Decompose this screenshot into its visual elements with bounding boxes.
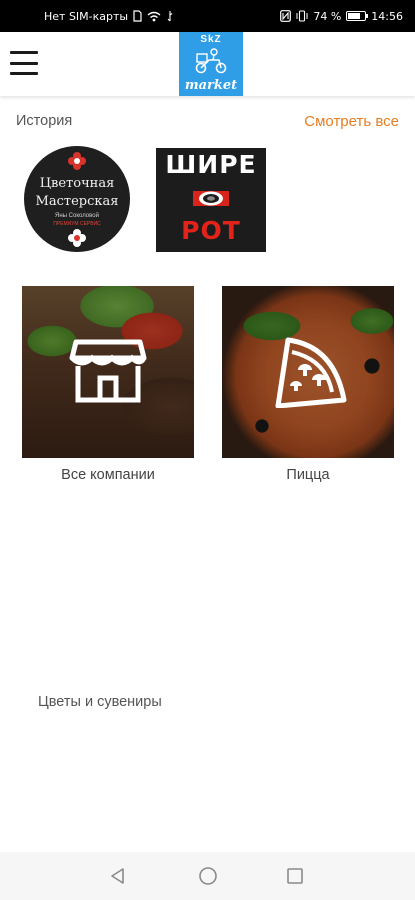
category-label: Все компании [61, 467, 155, 483]
wifi-icon [147, 11, 161, 21]
battery-percent: 74 % [313, 9, 342, 23]
nfc-icon [280, 10, 292, 22]
system-nav-bar [0, 852, 415, 900]
story-shire-rot[interactable]: ШИРЕ РОТ [156, 148, 266, 252]
hamburger-menu-icon[interactable] [10, 51, 38, 75]
story-line: ШИРЕ [165, 150, 257, 179]
back-triangle-icon[interactable] [108, 866, 128, 886]
story-line: Мастерская [35, 194, 119, 209]
story-line: ПРЕМИУМ СЕРВИС [53, 221, 101, 227]
category-image [22, 286, 194, 458]
storefront-icon [69, 339, 147, 403]
view-all-link[interactable]: Смотреть все [304, 113, 399, 130]
flower-icon [68, 152, 86, 170]
story-line: Цветочная [39, 176, 115, 191]
home-circle-icon[interactable] [198, 866, 218, 886]
vibrate-icon [296, 10, 308, 22]
menu-bar-line [10, 51, 38, 54]
story-flower-workshop[interactable]: Цветочная Мастерская Яны Соколовой ПРЕМИ… [24, 146, 130, 252]
usb-icon [167, 11, 173, 22]
menu-bar-line [10, 72, 38, 75]
menu-bar-line [10, 61, 38, 65]
status-bar: Нет SIM-карты 74 % 14:56 [0, 0, 415, 32]
carrier-label: Нет SIM-карты [44, 9, 129, 23]
app-logo[interactable]: SkZ market [179, 32, 243, 96]
scooter-courier-icon [195, 48, 227, 74]
logo-top-text: SkZ [200, 34, 222, 45]
recent-square-icon[interactable] [285, 866, 305, 886]
category-label: Пицца [286, 467, 330, 483]
story-line: Яны Соколовой [55, 213, 99, 219]
status-left: Нет SIM-карты [44, 10, 174, 23]
logo-bottom-text: market [184, 78, 238, 93]
sim-card-icon [133, 10, 142, 22]
category-image [222, 286, 394, 458]
battery-icon [346, 11, 369, 21]
clock: 14:56 [371, 9, 403, 23]
sushi-roll-icon [193, 191, 229, 206]
battery-fill [348, 13, 361, 19]
story-line: РОТ [181, 216, 241, 245]
flower-icon [68, 229, 86, 247]
status-right: 74 % 14:56 [280, 10, 403, 23]
section-flowers-souvenirs[interactable]: Цветы и сувениры [38, 694, 162, 710]
stories-title: История [16, 113, 73, 129]
pizza-slice-icon [275, 337, 347, 408]
